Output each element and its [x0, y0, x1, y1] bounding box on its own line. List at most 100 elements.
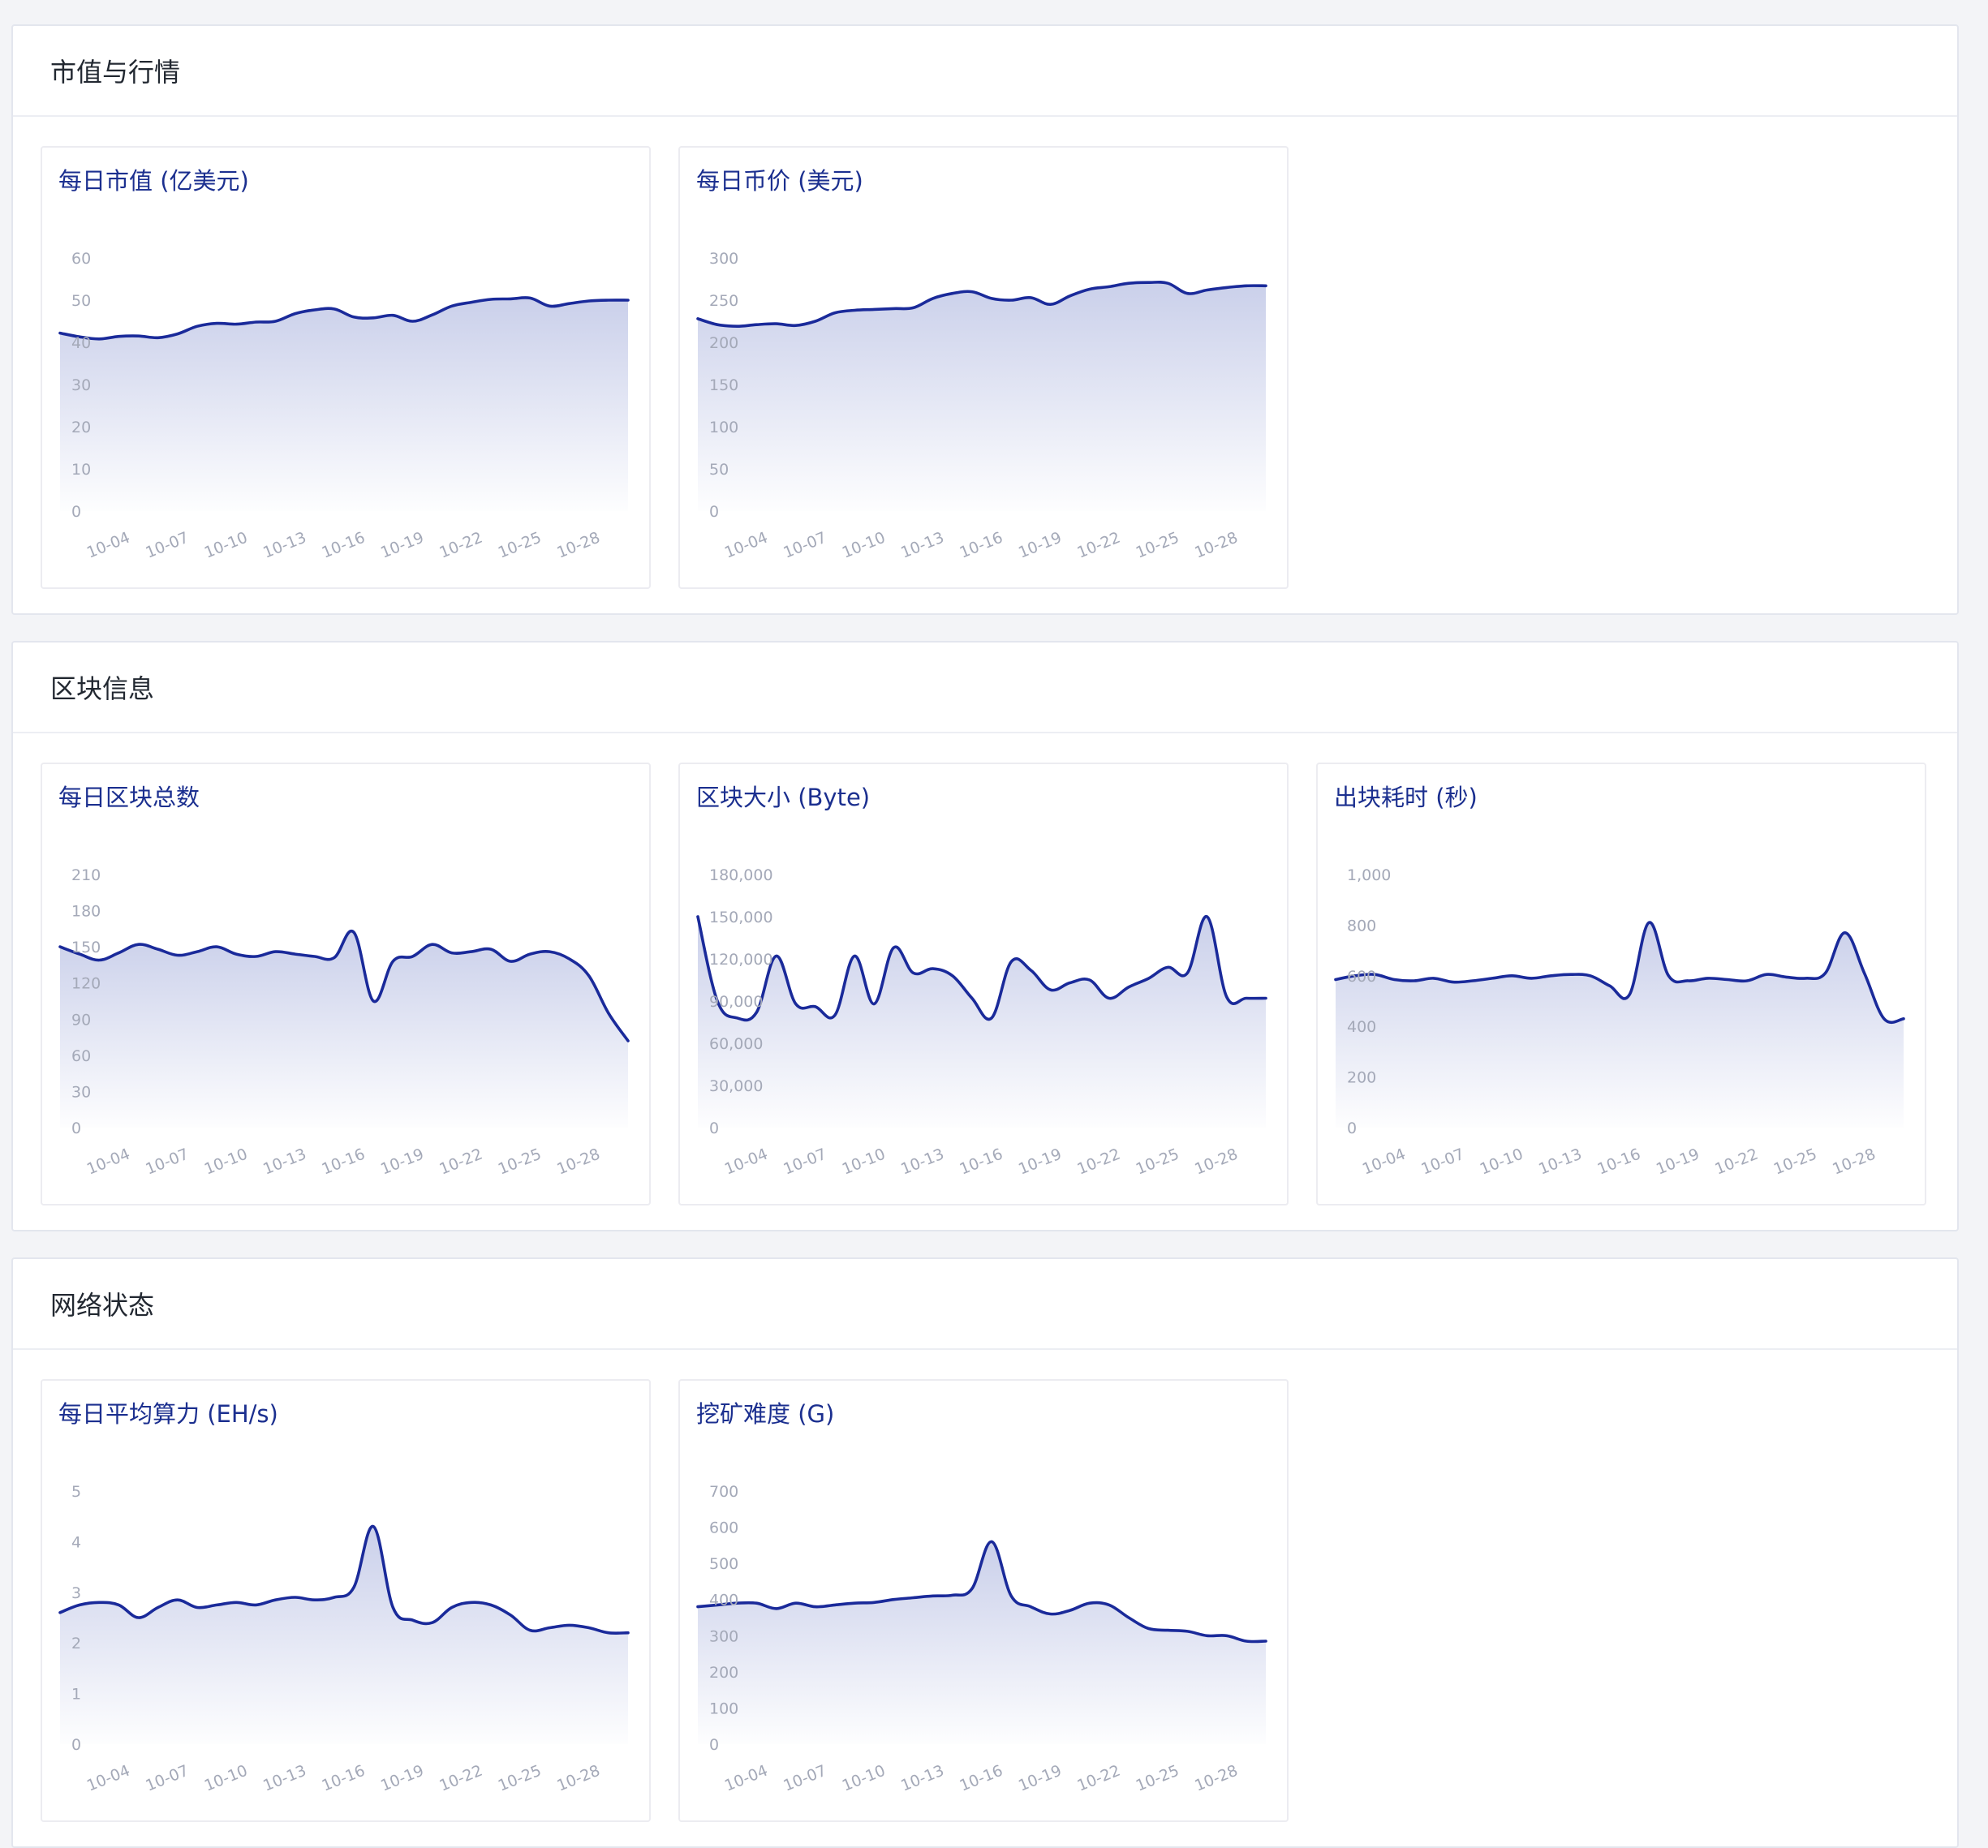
chart-card-hashrate: 每日平均算力 (EH/s) 0 1 2 3 4 5 10-04 10-07 10-10 10-13…: [41, 1379, 651, 1822]
x-tick-label: 10-07: [781, 1145, 828, 1179]
chart-svg: 0 50 100 150 200 250 300 10-04 10-07 10-10 10-13 10…: [696, 250, 1267, 562]
chart-svg: 0 200 400 600 800 1,000 10-04 10-07 10-10 10-13 10…: [1334, 866, 1905, 1179]
series-area: [60, 930, 628, 1128]
y-tick-label: 250: [709, 292, 738, 310]
series-area: [60, 297, 628, 511]
section-title: 市值与行情: [13, 26, 1957, 117]
y-tick-label: 600: [709, 1519, 738, 1537]
chart-card-block-size: 区块大小 (Byte) 0 30,000 60,000 90,000 120,000 15…: [678, 763, 1289, 1205]
x-tick-label: 10-19: [1654, 1145, 1702, 1179]
y-tick-label: 0: [709, 1120, 719, 1137]
y-tick-label: 0: [1347, 1120, 1357, 1137]
x-tick-label: 10-16: [320, 1145, 368, 1179]
chart-card-price: 每日币价 (美元) 0 50 100 150 200 250 300 10-04 10-07 10…: [678, 146, 1289, 589]
y-tick-label: 210: [71, 866, 101, 884]
x-tick-label: 10-19: [378, 1145, 426, 1179]
x-tick-label: 10-22: [437, 1145, 484, 1179]
x-tick-label: 10-04: [84, 1145, 132, 1179]
y-tick-label: 30,000: [709, 1077, 763, 1095]
x-tick-label: 10-04: [722, 1145, 770, 1179]
y-tick-label: 90,000: [709, 993, 763, 1011]
x-tick-label: 10-22: [437, 529, 484, 562]
y-tick-label: 50: [71, 292, 91, 310]
section-title: 网络状态: [13, 1259, 1957, 1350]
y-tick-label: 90: [71, 1011, 91, 1029]
x-tick-label: 10-22: [1712, 1145, 1760, 1179]
chart-svg: 0 100 200 300 400 500 600 700 10-04 10-07 10-10 10-…: [696, 1483, 1267, 1795]
y-tick-label: 400: [1347, 1018, 1376, 1036]
y-tick-label: 800: [1347, 917, 1376, 935]
x-tick-label: 10-07: [781, 1762, 828, 1795]
x-tick-label: 10-10: [1478, 1145, 1525, 1179]
y-tick-label: 300: [709, 1627, 738, 1645]
x-tick-label: 10-25: [1134, 1145, 1181, 1179]
y-tick-label: 150,000: [709, 909, 773, 926]
x-tick-label: 10-13: [898, 529, 946, 562]
chart-svg: 0 30 60 90 120 150 180 210 10-04 10-07 10-10 10-13 1…: [58, 866, 630, 1179]
x-tick-label: 10-22: [1074, 529, 1122, 562]
x-tick-label: 10-16: [957, 529, 1005, 562]
y-tick-label: 1,000: [1347, 866, 1391, 884]
chart-svg: 0 10 20 30 40 50 60 10-04 10-07 10-10 10-13 10-16 10…: [58, 250, 630, 562]
y-tick-label: 500: [709, 1555, 738, 1573]
x-tick-label: 10-07: [1418, 1145, 1466, 1179]
x-tick-label: 10-16: [320, 529, 368, 562]
x-tick-label: 10-07: [143, 1145, 191, 1179]
x-tick-label: 10-25: [1134, 1762, 1181, 1795]
x-tick-label: 10-22: [1074, 1145, 1122, 1179]
x-tick-label: 10-25: [496, 1145, 544, 1179]
y-tick-label: 600: [1347, 968, 1376, 986]
x-tick-label: 10-10: [840, 1762, 888, 1795]
series-area: [1336, 922, 1904, 1128]
x-tick-label: 10-10: [840, 1145, 888, 1179]
y-tick-label: 3: [71, 1584, 81, 1602]
x-tick-label: 10-13: [260, 529, 308, 562]
chart-card-market-cap: 每日市值 (亿美元) 0 10 20 30 40 50 60 10-04 10-07 10-10 1…: [41, 146, 651, 589]
y-tick-label: 0: [71, 1736, 81, 1754]
x-tick-label: 10-16: [957, 1762, 1005, 1795]
y-tick-label: 4: [71, 1533, 81, 1551]
x-tick-label: 10-28: [554, 529, 602, 562]
x-tick-label: 10-13: [898, 1145, 946, 1179]
section-network: 网络状态 每日平均算力 (EH/s) 0 1 2 3 4 5 10-04 10-07 10-10…: [11, 1257, 1959, 1848]
x-tick-label: 10-07: [143, 1762, 191, 1795]
y-tick-label: 60: [71, 250, 91, 268]
section-title: 区块信息: [13, 643, 1957, 733]
y-tick-label: 0: [709, 1736, 719, 1754]
x-tick-label: 10-28: [554, 1762, 602, 1795]
x-tick-label: 10-22: [1074, 1762, 1122, 1795]
y-tick-label: 60,000: [709, 1035, 763, 1053]
y-tick-label: 5: [71, 1483, 81, 1501]
y-tick-label: 300: [709, 250, 738, 268]
chart-card-block-time: 出块耗时 (秒) 0 200 400 600 800 1,000 10-04 10-07 10-…: [1316, 763, 1926, 1205]
y-tick-label: 30: [71, 1083, 91, 1101]
y-tick-label: 200: [709, 334, 738, 352]
x-tick-label: 10-13: [260, 1145, 308, 1179]
x-tick-label: 10-22: [437, 1762, 484, 1795]
y-tick-label: 180,000: [709, 866, 773, 884]
y-tick-label: 50: [709, 461, 729, 479]
y-tick-label: 150: [71, 939, 101, 956]
x-tick-label: 10-25: [1134, 529, 1181, 562]
y-tick-label: 0: [71, 503, 81, 521]
x-tick-label: 10-10: [202, 1145, 250, 1179]
x-tick-label: 10-10: [840, 529, 888, 562]
x-tick-label: 10-04: [84, 1762, 132, 1795]
y-tick-label: 40: [71, 334, 91, 352]
y-tick-label: 200: [1347, 1069, 1376, 1087]
y-tick-label: 20: [71, 419, 91, 436]
x-tick-label: 10-25: [496, 529, 544, 562]
y-tick-label: 700: [709, 1483, 738, 1501]
x-tick-label: 10-07: [781, 529, 828, 562]
chart-svg: 0 1 2 3 4 5 10-04 10-07 10-10 10-13 10-16 10-19 10-2…: [58, 1483, 630, 1795]
section-block: 区块信息 每日区块总数 0 30 60 90 120 150 180 210 10-04 10-0…: [11, 641, 1959, 1231]
x-tick-label: 10-28: [554, 1145, 602, 1179]
x-tick-label: 10-28: [1192, 1762, 1240, 1795]
x-tick-label: 10-16: [320, 1762, 368, 1795]
x-tick-label: 10-04: [1360, 1145, 1408, 1179]
x-tick-label: 10-07: [143, 529, 191, 562]
x-tick-label: 10-19: [378, 1762, 426, 1795]
series-area: [698, 281, 1266, 511]
x-tick-label: 10-25: [496, 1762, 544, 1795]
x-tick-label: 10-19: [1016, 1762, 1064, 1795]
